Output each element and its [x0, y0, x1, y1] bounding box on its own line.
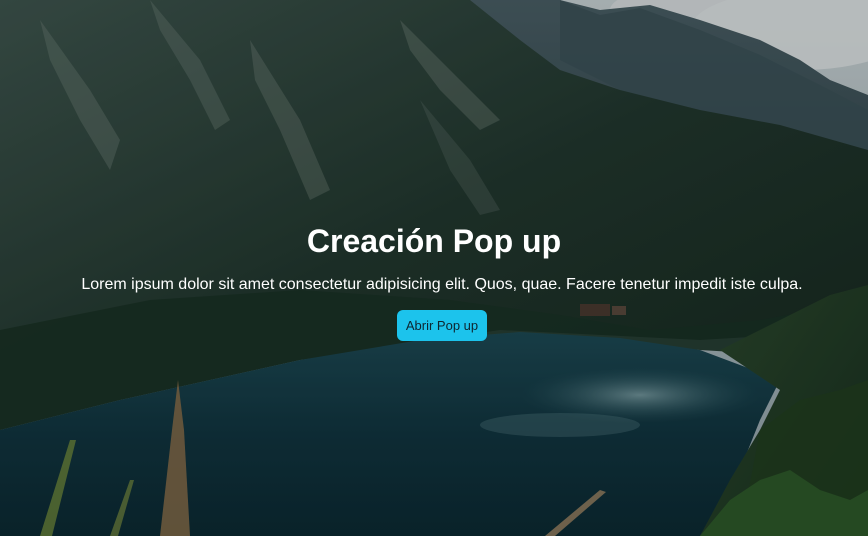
- open-popup-button[interactable]: Abrir Pop up: [397, 310, 487, 341]
- hero-content: Creación Pop up Lorem ipsum dolor sit am…: [0, 0, 868, 536]
- hero-description: Lorem ipsum dolor sit amet consectetur a…: [81, 276, 803, 293]
- hero-section: Creación Pop up Lorem ipsum dolor sit am…: [0, 0, 868, 536]
- page-title: Creación Pop up: [306, 223, 562, 259]
